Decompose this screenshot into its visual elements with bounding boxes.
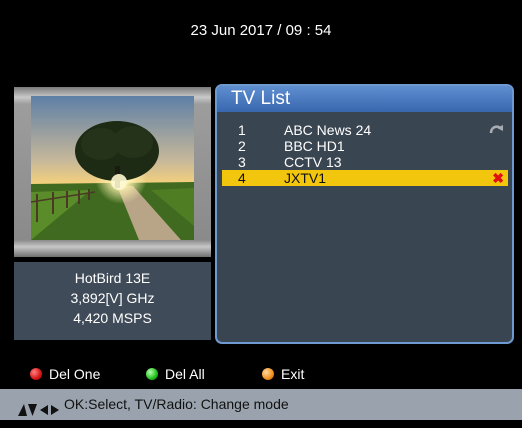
channel-number: 4 bbox=[238, 170, 246, 186]
del-all-label: Del All bbox=[165, 366, 205, 382]
channel-preview-image bbox=[31, 96, 194, 240]
exit-label: Exit bbox=[281, 366, 305, 382]
help-text: OK:Select, TV/Radio: Change mode bbox=[64, 396, 289, 412]
orange-button-icon bbox=[262, 368, 274, 380]
channel-name: JXTV1 bbox=[284, 170, 327, 186]
channel-name: ABC News 24 bbox=[284, 122, 372, 138]
channel-row-selected[interactable]: 4 JXTV1 ✖ bbox=[222, 170, 508, 186]
channel-row[interactable]: 3 CCTV 13 bbox=[222, 154, 508, 170]
channel-number: 3 bbox=[238, 154, 246, 170]
date-time: 23 Jun 2017 / 09 : 54 bbox=[190, 22, 332, 39]
satellite-info: HotBird 13E 3,892[V] GHz 4,420 MSPS bbox=[14, 262, 211, 340]
delete-icon: ✖ bbox=[492, 170, 504, 186]
del-one-label: Del One bbox=[49, 366, 101, 382]
channel-number: 2 bbox=[238, 138, 246, 154]
channel-name: BBC HD1 bbox=[284, 138, 345, 154]
help-bar: OK:Select, TV/Radio: Change mode bbox=[0, 389, 522, 420]
color-key-legend: Del One Del All Exit bbox=[0, 366, 522, 386]
tv-list-title: TV List bbox=[217, 86, 512, 112]
tv-list-panel: TV List 1 ABC News 24 2 BBC HD1 3 CCTV 1… bbox=[215, 84, 514, 344]
satellite-frequency: 3,892[V] GHz bbox=[70, 290, 155, 306]
del-all-key[interactable]: Del All bbox=[146, 366, 205, 382]
channel-row[interactable]: 1 ABC News 24 bbox=[222, 122, 508, 138]
red-button-icon bbox=[30, 368, 42, 380]
channel-row[interactable]: 2 BBC HD1 bbox=[222, 138, 508, 154]
move-icon bbox=[488, 122, 504, 139]
channel-name: CCTV 13 bbox=[284, 154, 342, 170]
channel-number: 1 bbox=[238, 122, 246, 138]
exit-key[interactable]: Exit bbox=[262, 366, 304, 382]
navigation-arrows-icon bbox=[18, 397, 60, 428]
del-one-key[interactable]: Del One bbox=[30, 366, 100, 382]
satellite-name: HotBird 13E bbox=[74, 270, 151, 286]
channel-list: 1 ABC News 24 2 BBC HD1 3 CCTV 13 4 JXTV… bbox=[217, 112, 512, 186]
green-button-icon bbox=[146, 368, 158, 380]
channel-preview-frame bbox=[14, 87, 211, 257]
satellite-symbol-rate: 4,420 MSPS bbox=[73, 310, 152, 326]
